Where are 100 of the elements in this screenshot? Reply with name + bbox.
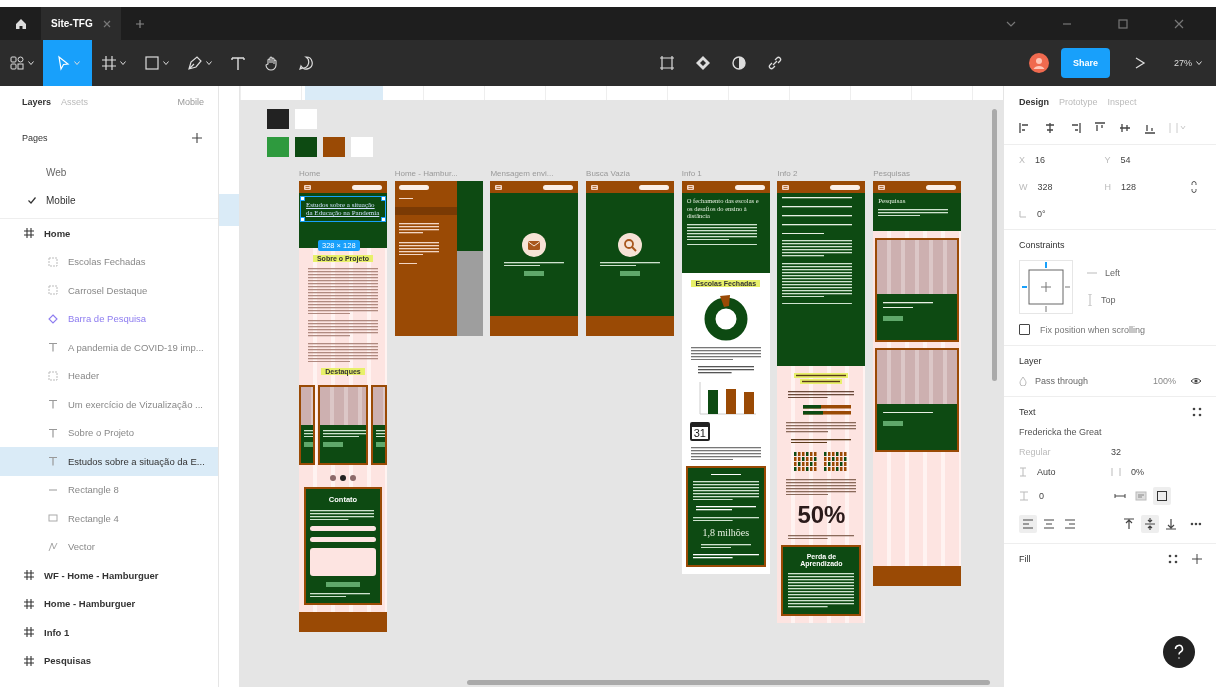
layer-item[interactable]: Sobre o Projeto: [0, 418, 218, 447]
number-field[interactable]: Y 54: [1104, 155, 1190, 165]
fixed-size-button[interactable]: [1153, 487, 1171, 505]
paragraph-spacing-field[interactable]: 0: [1019, 491, 1111, 501]
layer-item[interactable]: Estudos sobre a situação da E...: [0, 447, 218, 476]
help-icon[interactable]: [1163, 636, 1195, 668]
action-button[interactable]: [620, 271, 641, 277]
search-bar[interactable]: [734, 184, 765, 190]
carousel-dot[interactable]: [350, 474, 356, 481]
align-icon[interactable]: [1044, 122, 1056, 134]
message-field[interactable]: [310, 548, 376, 577]
number-field[interactable]: W 328: [1019, 182, 1105, 192]
layer-item[interactable]: Um exercício de Vizualização ...: [0, 390, 218, 419]
selection-handle[interactable]: [381, 217, 386, 222]
blend-mode-dropdown[interactable]: Pass through: [1019, 376, 1089, 386]
number-field[interactable]: X 16: [1019, 155, 1105, 165]
card-button[interactable]: [323, 442, 343, 448]
styles-icon[interactable]: [1168, 554, 1178, 564]
add-icon[interactable]: [192, 133, 202, 143]
checkbox[interactable]: [1019, 324, 1030, 335]
layer-item[interactable]: Home - Hamburguer: [0, 589, 218, 618]
layer-item[interactable]: Pesquisas: [0, 646, 218, 675]
layer-item[interactable]: Carrosel Destaque: [0, 276, 218, 305]
add-icon[interactable]: [1192, 554, 1202, 564]
search-bar[interactable]: [398, 185, 429, 190]
menu-icon[interactable]: [495, 184, 503, 190]
card-button[interactable]: [883, 421, 904, 427]
scrollbar[interactable]: [992, 109, 997, 381]
menu-icon[interactable]: [782, 184, 790, 190]
constraint-dropdown[interactable]: Top: [1087, 294, 1120, 306]
input-field[interactable]: [310, 526, 376, 532]
align-icon[interactable]: [1094, 122, 1106, 134]
maximize-icon[interactable]: [1118, 18, 1128, 29]
color-swatch[interactable]: [323, 137, 345, 157]
component-icon[interactable]: [659, 55, 675, 71]
layer-item[interactable]: Info 1: [0, 618, 218, 647]
card-button[interactable]: [883, 316, 904, 322]
add-tab-icon[interactable]: [134, 18, 145, 29]
scrollbar[interactable]: [467, 680, 990, 685]
align-icon[interactable]: [1119, 122, 1131, 134]
link-icon[interactable]: [767, 55, 783, 71]
color-swatch[interactable]: [295, 137, 317, 157]
align-icon[interactable]: [1144, 122, 1156, 134]
file-tab[interactable]: Site-TFG: [41, 7, 121, 40]
font-size-field[interactable]: 32: [1111, 447, 1171, 457]
search-bar[interactable]: [830, 184, 861, 190]
zoom-menu[interactable]: 27%: [1168, 57, 1208, 69]
number-field[interactable]: H 128: [1104, 182, 1190, 192]
contrast-icon[interactable]: [731, 55, 747, 71]
layer-item[interactable]: Escolas Fechadas: [0, 247, 218, 276]
align-icon[interactable]: [1019, 122, 1031, 134]
layer-item[interactable]: Rectangle 4: [0, 504, 218, 533]
layer-item[interactable]: Vector: [0, 532, 218, 561]
input-field[interactable]: [310, 537, 376, 543]
layer-item[interactable]: A pandemia de COVID-19 imp...: [0, 333, 218, 362]
layer-item[interactable]: Header: [0, 361, 218, 390]
align-middle-button[interactable]: [1141, 515, 1160, 533]
opacity-field[interactable]: 100%: [1152, 376, 1176, 386]
search-bar[interactable]: [352, 184, 382, 190]
layer-item[interactable]: Home: [0, 219, 218, 248]
constrain-proportions-icon[interactable]: [1190, 181, 1198, 193]
search-bar[interactable]: [543, 184, 574, 190]
selection-handle[interactable]: [300, 196, 305, 201]
selection-handle[interactable]: [300, 217, 305, 222]
letter-spacing-field[interactable]: 0%: [1111, 467, 1171, 477]
color-swatch[interactable]: [267, 137, 289, 157]
diamond-icon[interactable]: [695, 55, 711, 71]
page-item[interactable]: Web: [0, 158, 218, 186]
color-swatch[interactable]: [351, 137, 373, 157]
action-button[interactable]: [524, 271, 545, 277]
constraint-dropdown[interactable]: Left: [1087, 268, 1120, 278]
rotation-field[interactable]: 0°: [1019, 209, 1105, 219]
font-dropdown[interactable]: Fredericka the Great: [1019, 427, 1202, 437]
carousel-dot[interactable]: [330, 474, 336, 481]
color-swatch[interactable]: [267, 109, 289, 129]
layer-item[interactable]: Rectangle 8: [0, 475, 218, 504]
line-height-field[interactable]: Auto: [1019, 467, 1111, 477]
user-avatar-icon[interactable]: [1028, 53, 1049, 73]
more-icon[interactable]: [1190, 522, 1202, 526]
panel-tab[interactable]: Design: [1019, 97, 1049, 107]
play-icon[interactable]: [1134, 57, 1146, 69]
layer-item[interactable]: Barra de Pesquisa: [0, 304, 218, 333]
panel-tab[interactable]: Layers: [22, 97, 52, 107]
close-icon[interactable]: [102, 19, 111, 28]
menu-icon[interactable]: [304, 184, 311, 190]
close-icon[interactable]: [1174, 18, 1184, 29]
menu-icon[interactable]: [878, 184, 886, 190]
chevron-down-icon[interactable]: [1006, 19, 1016, 28]
search-bar[interactable]: [639, 184, 670, 190]
align-left-button[interactable]: [1019, 515, 1037, 533]
carousel-dot[interactable]: [340, 474, 346, 481]
search-bar[interactable]: [926, 184, 957, 190]
menu-icon[interactable]: [686, 184, 694, 190]
styles-icon[interactable]: [1192, 407, 1202, 417]
align-icon[interactable]: [1069, 122, 1081, 134]
color-swatch[interactable]: [295, 109, 317, 129]
page-item[interactable]: Mobile: [0, 186, 218, 214]
menu-icon[interactable]: [591, 184, 599, 190]
selection-handle[interactable]: [381, 196, 386, 201]
eye-icon[interactable]: [1190, 377, 1202, 385]
